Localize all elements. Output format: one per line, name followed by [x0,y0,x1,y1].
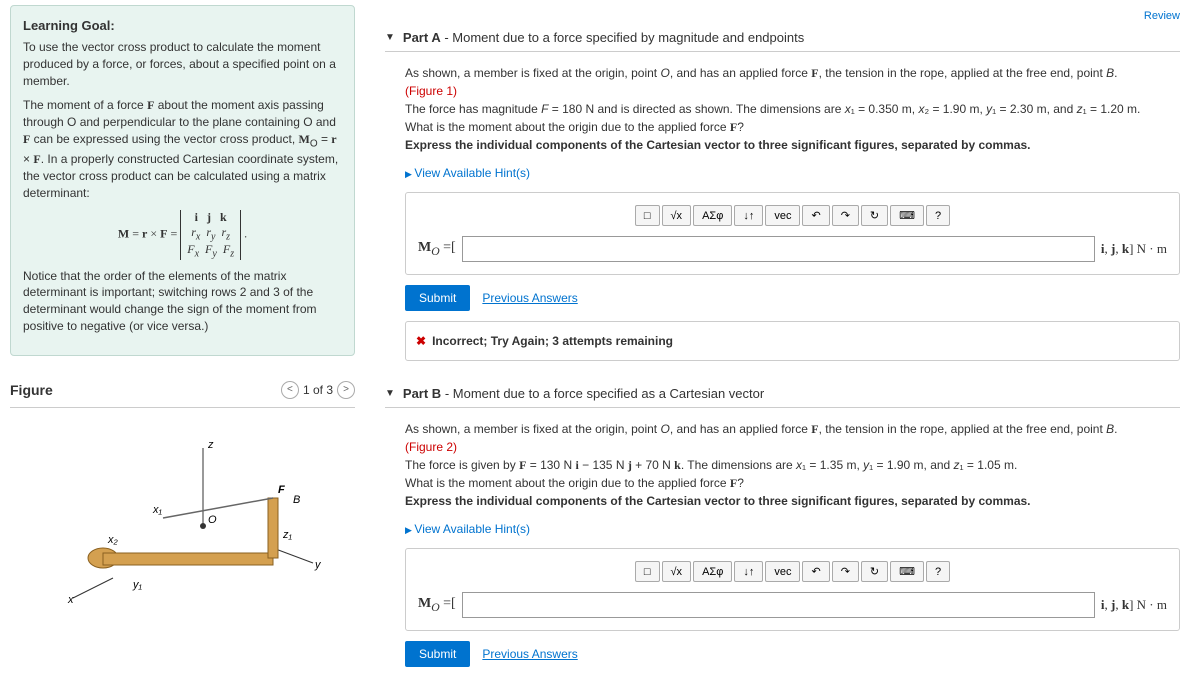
tool-greek-icon[interactable]: ΑΣφ [693,205,732,226]
goal-p3: Notice that the order of the elements of… [23,268,342,335]
svg-text:z₁: z₁ [282,529,293,541]
hints-link-a[interactable]: View Available Hint(s) [405,164,1180,182]
svg-text:z: z [207,439,214,451]
figure-image: x z y F B O x₁ x₂ y₁ z₁ [10,418,355,621]
svg-text:x: x [67,594,74,606]
submit-button-a[interactable]: Submit [405,285,470,311]
tool-reset-icon[interactable]: ↻ [861,561,888,582]
hints-link-b[interactable]: View Available Hint(s) [405,520,1180,538]
unit-label-b: i, j, k] N · m [1101,595,1167,615]
figure-heading: Figure [10,382,53,398]
figure-1-link[interactable]: (Figure 1) [405,84,457,98]
tool-subscript-icon[interactable]: ↓↑ [734,205,763,226]
tool-vec-icon[interactable]: vec [765,205,800,226]
tool-vec-icon[interactable]: vec [765,561,800,582]
tool-help-icon[interactable]: ? [926,205,950,226]
svg-text:F: F [278,484,285,496]
answer-input-a[interactable] [462,236,1095,262]
tool-subscript-icon[interactable]: ↓↑ [734,561,763,582]
part-a-line4: Express the individual components of the… [405,136,1180,154]
tool-redo-icon[interactable]: ↷ [832,561,859,582]
feedback-a: ✖Incorrect; Try Again; 3 attempts remain… [405,321,1180,361]
learning-goal-box: Learning Goal: To use the vector cross p… [10,5,355,356]
tool-keyboard-icon[interactable]: ⌨ [890,205,924,226]
submit-button-b[interactable]: Submit [405,641,470,667]
figure-counter: 1 of 3 [303,383,333,397]
answer-box-a: □ √x ΑΣφ ↓↑ vec ↶ ↷ ↻ ⌨ ? MO =[ i, j, k]… [405,192,1180,275]
svg-text:O: O [208,514,217,526]
figure-nav: < 1 of 3 > [281,381,355,399]
part-b-line2: The force is given by F = 130 N i − 135 … [405,456,1180,474]
part-b-line1: As shown, a member is fixed at the origi… [405,420,1180,438]
part-a-line3: What is the moment about the origin due … [405,118,1180,136]
svg-text:y₁: y₁ [132,579,143,591]
prev-answers-link-a[interactable]: Previous Answers [482,289,577,307]
part-a-line2: The force has magnitude F = 180 N and is… [405,100,1180,118]
tool-template-icon[interactable]: □ [635,561,660,582]
tool-help-icon[interactable]: ? [926,561,950,582]
figure-prev-button[interactable]: < [281,381,299,399]
svg-text:x₂: x₂ [107,534,119,546]
answer-label-a: MO =[ [418,237,456,260]
part-b-line4: Express the individual components of the… [405,492,1180,510]
figure-section: Figure < 1 of 3 > x z y F B O [0,371,365,631]
part-b: ▼ Part B - Moment due to a force specifi… [385,386,1180,667]
part-a-line1: As shown, a member is fixed at the origi… [405,64,1180,82]
svg-text:x₁: x₁ [152,504,163,516]
prev-answers-link-b[interactable]: Previous Answers [482,645,577,663]
tool-reset-icon[interactable]: ↻ [861,205,888,226]
tool-template-icon[interactable]: □ [635,205,660,226]
tool-greek-icon[interactable]: ΑΣφ [693,561,732,582]
svg-text:y: y [314,559,322,571]
matrix-determinant: M = r × F = i j k rx ry rz Fx Fy Fz . [23,210,342,260]
learning-goal-heading: Learning Goal: [23,18,342,33]
part-a: ▼ Part A - Part A - Moment due to a forc… [385,30,1180,361]
goal-p1: To use the vector cross product to calcu… [23,39,342,89]
tool-undo-icon[interactable]: ↶ [802,561,829,582]
caret-icon[interactable]: ▼ [385,388,395,399]
svg-text:B: B [293,494,300,506]
tool-undo-icon[interactable]: ↶ [802,205,829,226]
tool-keyboard-icon[interactable]: ⌨ [890,561,924,582]
goal-p2: The moment of a force F about the moment… [23,97,342,201]
part-a-title: Part A - Part A - Moment due to a force … [403,30,804,45]
answer-input-b[interactable] [462,592,1095,618]
x-icon: ✖ [416,334,426,348]
figure-2-link[interactable]: (Figure 2) [405,440,457,454]
answer-box-b: □ √x ΑΣφ ↓↑ vec ↶ ↷ ↻ ⌨ ? MO =[ i, j, k]… [405,548,1180,631]
answer-label-b: MO =[ [418,593,456,616]
unit-label-a: i, j, k] N · m [1101,239,1167,259]
tool-sqrt-icon[interactable]: √x [662,561,692,582]
part-b-title: Part B - Moment due to a force specified… [403,386,764,401]
tool-redo-icon[interactable]: ↷ [832,205,859,226]
review-link[interactable]: Review [385,10,1180,22]
tool-sqrt-icon[interactable]: √x [662,205,692,226]
part-b-line3: What is the moment about the origin due … [405,474,1180,492]
figure-next-button[interactable]: > [337,381,355,399]
caret-icon[interactable]: ▼ [385,32,395,43]
